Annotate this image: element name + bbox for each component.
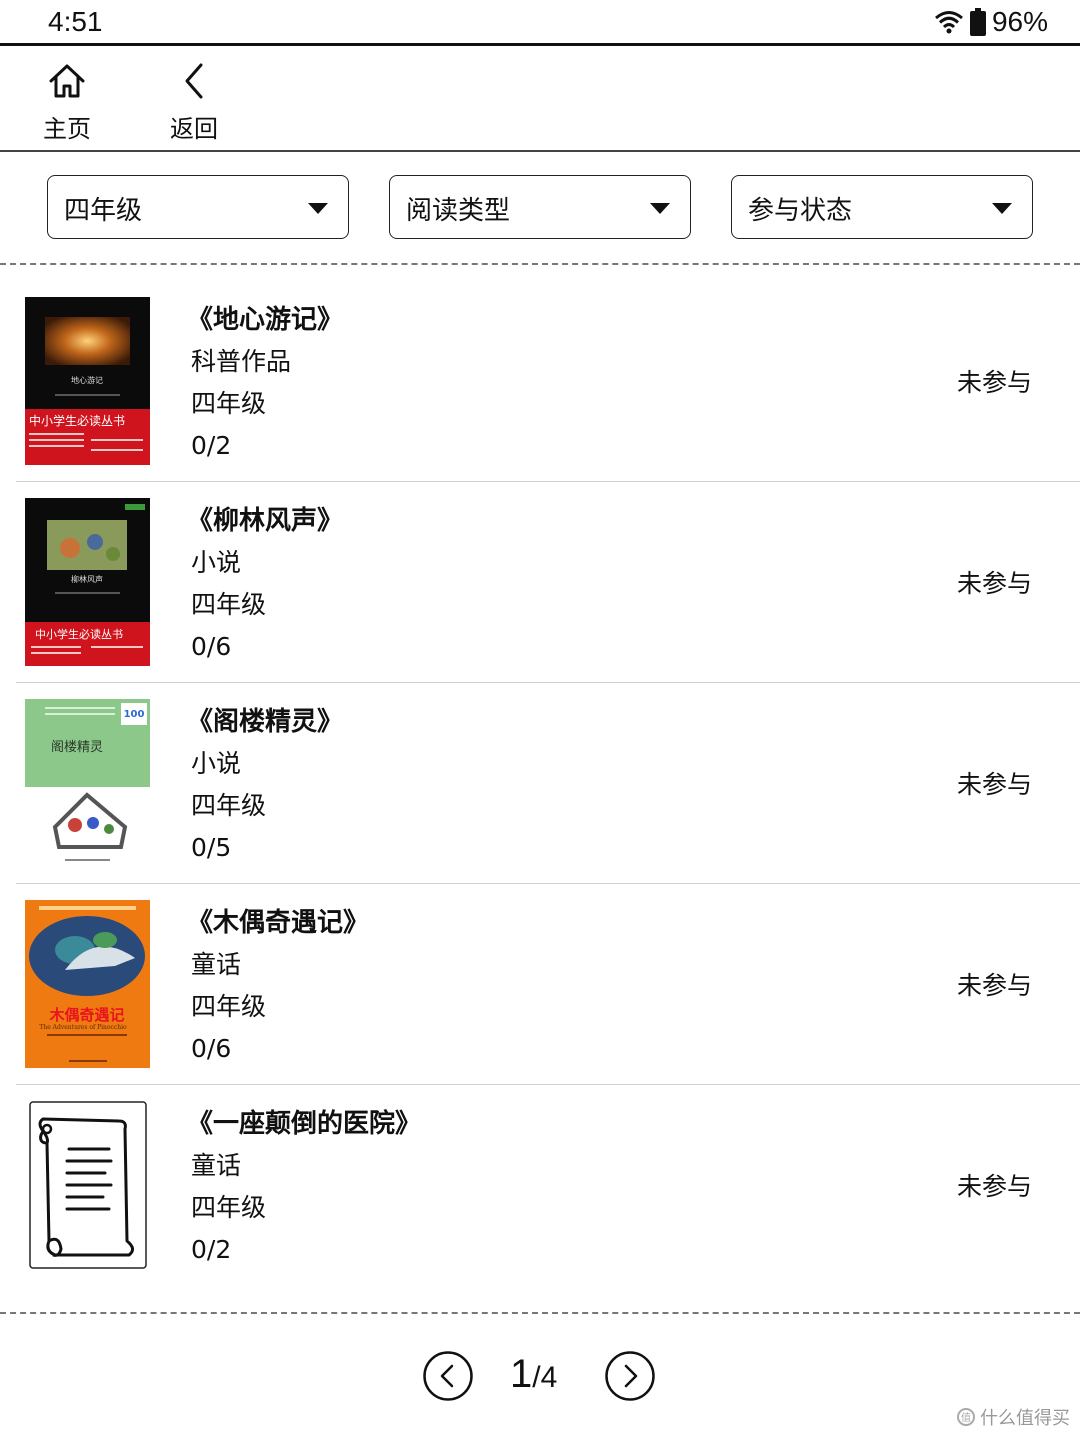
book-progress: 0/6	[191, 632, 232, 661]
book-grade: 四年级	[191, 389, 267, 418]
total-pages: 4	[540, 1361, 558, 1394]
book-cover: 柳林风声 中小学生必读丛书	[25, 498, 150, 666]
grade-dropdown[interactable]: 四年级	[47, 175, 349, 239]
book-row[interactable]: 柳林风声 中小学生必读丛书 《柳林风声》 小说 四年级 0/6 未参与	[16, 482, 1080, 683]
battery-icon	[969, 8, 986, 36]
scroll-icon	[29, 1101, 147, 1269]
book-info: 《木偶奇遇记》 童话 四年级 0/6	[187, 902, 369, 1070]
cover-title: 柳林风声	[71, 574, 103, 584]
current-page: 1	[510, 1352, 533, 1396]
back-label: 返回	[170, 115, 218, 143]
status-bar: 4:51 96%	[0, 0, 1080, 46]
participation-status: 未参与	[956, 1172, 1032, 1201]
book-cover: 阁楼精灵 100	[25, 699, 150, 867]
divider-bottom	[0, 1312, 1080, 1314]
book-genre: 小说	[191, 749, 242, 778]
wifi-icon	[934, 11, 963, 34]
book-cover	[25, 1101, 150, 1269]
cover-title: 地心游记	[71, 375, 103, 385]
back-button[interactable]: 返回	[154, 61, 234, 144]
book-list: 地心游记 中小学生必读丛书 《地心游记》 科普作品 四年级 0/2 未参与 柳林…	[0, 281, 1080, 1286]
watermark-text: 什么值得买	[980, 1408, 1070, 1429]
watermark: 值 什么值得买	[956, 1404, 1070, 1430]
book-row[interactable]: 木偶奇遇记 The Adventures of Pinocchio 《木偶奇遇记…	[16, 884, 1080, 1085]
book-title: 《一座颠倒的医院》	[187, 1109, 422, 1139]
book-title: 《柳林风声》	[187, 506, 344, 536]
divider-top	[0, 263, 1080, 265]
book-row[interactable]: 《一座颠倒的医院》 童话 四年级 0/2 未参与	[16, 1085, 1080, 1286]
book-info: 《柳林风声》 小说 四年级 0/6	[187, 500, 343, 668]
book-genre: 童话	[191, 1151, 242, 1180]
cover-badge: 100	[124, 709, 145, 720]
page-indicator: 1/4	[510, 1352, 557, 1397]
pagination: 1/4	[0, 1316, 1080, 1440]
status-time: 4:51	[48, 6, 103, 37]
cover-title: 阁楼精灵	[51, 740, 103, 755]
filter-bar: 四年级 阅读类型 参与状态	[0, 152, 1080, 264]
caret-down-icon	[992, 203, 1012, 214]
book-genre: 科普作品	[191, 347, 292, 376]
book-cover: 地心游记 中小学生必读丛书	[25, 297, 150, 465]
cover-subtitle: The Adventures of Pinocchio	[39, 1024, 127, 1031]
svg-text:值: 值	[961, 1411, 971, 1424]
book-genre: 小说	[191, 548, 242, 577]
home-icon	[49, 64, 85, 98]
page-separator: /	[532, 1361, 541, 1394]
participation-status: 未参与	[956, 770, 1032, 799]
participation-status: 未参与	[956, 971, 1032, 1000]
book-title: 《地心游记》	[187, 305, 344, 335]
book-grade: 四年级	[191, 590, 267, 619]
book-info: 《一座颠倒的医院》 童话 四年级 0/2	[187, 1103, 421, 1271]
book-progress: 0/2	[191, 431, 232, 460]
home-label: 主页	[43, 115, 91, 143]
participation-dropdown-value: 参与状态	[748, 196, 853, 226]
book-grade: 四年级	[191, 992, 267, 1021]
book-progress: 0/6	[191, 1034, 232, 1063]
book-row[interactable]: 地心游记 中小学生必读丛书 《地心游记》 科普作品 四年级 0/2 未参与	[16, 281, 1080, 482]
participation-dropdown[interactable]: 参与状态	[731, 175, 1033, 239]
watermark-logo-icon: 值	[957, 1408, 975, 1426]
book-grade: 四年级	[191, 1193, 267, 1222]
cover-series: 中小学生必读丛书	[35, 627, 123, 641]
book-title: 《木偶奇遇记》	[187, 908, 370, 938]
status-indicators: 96%	[934, 6, 1048, 38]
book-info: 《地心游记》 科普作品 四年级 0/2	[187, 299, 343, 467]
next-page-button[interactable]	[604, 1350, 656, 1402]
home-button[interactable]: 主页	[27, 61, 107, 144]
participation-status: 未参与	[956, 368, 1032, 397]
book-cover: 木偶奇遇记 The Adventures of Pinocchio	[25, 900, 150, 1068]
chevron-left-icon	[185, 63, 203, 99]
book-progress: 0/2	[191, 1235, 232, 1264]
caret-down-icon	[308, 203, 328, 214]
cover-title: 木偶奇遇记	[48, 1006, 124, 1024]
reading-type-dropdown-value: 阅读类型	[406, 196, 511, 226]
book-title: 《阁楼精灵》	[187, 707, 344, 737]
book-progress: 0/5	[191, 833, 232, 862]
prev-page-button[interactable]	[422, 1350, 474, 1402]
participation-status: 未参与	[956, 569, 1032, 598]
book-genre: 童话	[191, 950, 242, 979]
cover-series: 中小学生必读丛书	[29, 413, 125, 428]
book-info: 《阁楼精灵》 小说 四年级 0/5	[187, 701, 343, 869]
reading-type-dropdown[interactable]: 阅读类型	[389, 175, 691, 239]
book-row[interactable]: 阁楼精灵 100 《阁楼精灵》 小说 四年级 0/5 未参与	[16, 683, 1080, 884]
caret-down-icon	[650, 203, 670, 214]
battery-percent: 96%	[991, 6, 1048, 37]
book-grade: 四年级	[191, 791, 267, 820]
top-nav: 主页 返回	[0, 49, 1080, 152]
grade-dropdown-value: 四年级	[64, 196, 143, 226]
